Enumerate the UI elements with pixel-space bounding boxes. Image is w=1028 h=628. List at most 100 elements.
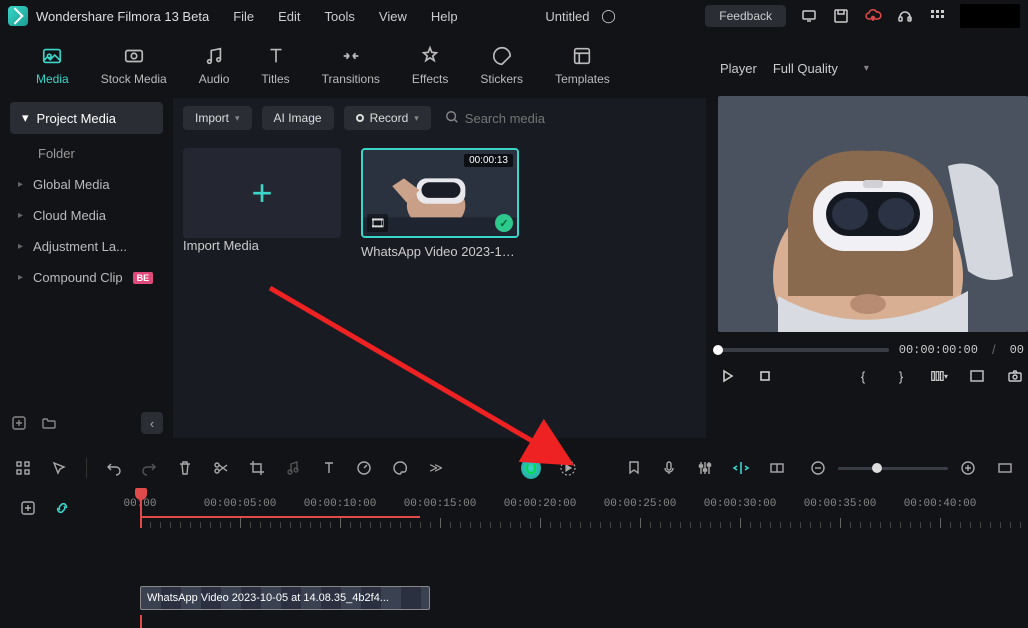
- sidebar-global-media[interactable]: ▸Global Media: [10, 169, 163, 200]
- caret-right-icon: ▸: [18, 241, 23, 252]
- speed-icon[interactable]: [355, 458, 373, 478]
- caret-right-icon: ▸: [18, 272, 23, 283]
- app-title: Wondershare Filmora 13 Beta: [36, 9, 209, 24]
- ai-image-button[interactable]: AI Image: [262, 106, 334, 130]
- tab-transitions[interactable]: Transitions: [322, 44, 380, 86]
- feedback-button[interactable]: Feedback: [705, 5, 786, 27]
- audio-mixer-icon[interactable]: [696, 458, 714, 478]
- document-title[interactable]: Untitled: [545, 9, 589, 24]
- ruler-tick-8: 00:00:40:00: [904, 498, 977, 510]
- play-button[interactable]: [718, 367, 736, 385]
- tab-audio-label: Audio: [199, 72, 230, 86]
- ruler-tick-6: 00:00:30:00: [704, 498, 777, 510]
- tab-audio[interactable]: Audio: [199, 44, 230, 86]
- media-clip-tile[interactable]: 00:00:13 🎞 WhatsApp Video 2023-10-05...: [361, 148, 519, 259]
- ruler-tick-2: 00:00:10:00: [304, 498, 377, 510]
- preview-video[interactable]: [718, 96, 1028, 332]
- delete-icon[interactable]: [176, 458, 194, 478]
- zoom-out-icon[interactable]: [808, 458, 828, 478]
- plus-icon: +: [251, 172, 272, 214]
- timeline-clip[interactable]: WhatsApp Video 2023-10-05 at 14.08.35_4b…: [140, 586, 430, 610]
- record-dropdown[interactable]: Record▾: [344, 106, 431, 130]
- menu-tools[interactable]: Tools: [325, 9, 355, 24]
- ruler-clip-range: [140, 516, 420, 518]
- chevron-down-icon: ▾: [235, 113, 240, 124]
- snapshot-icon[interactable]: [1006, 367, 1024, 385]
- menu-view[interactable]: View: [379, 9, 407, 24]
- menu-help[interactable]: Help: [431, 9, 458, 24]
- effects-icon: [418, 44, 442, 68]
- audio-detach-icon[interactable]: [284, 458, 302, 478]
- app-logo-icon: [8, 6, 28, 26]
- tab-titles[interactable]: Titles: [261, 44, 289, 86]
- zoom-slider[interactable]: [838, 467, 948, 470]
- clip-tile-label: WhatsApp Video 2023-10-05...: [361, 244, 519, 259]
- caret-down-icon: ▾: [22, 110, 29, 126]
- ruler-tick-7: 00:00:35:00: [804, 498, 877, 510]
- marker-icon[interactable]: [625, 458, 643, 478]
- stop-button[interactable]: [756, 367, 774, 385]
- fit-screen-icon[interactable]: [968, 367, 986, 385]
- quality-dropdown[interactable]: Full Quality ▾: [773, 61, 869, 76]
- zoom-in-icon[interactable]: [958, 458, 978, 478]
- redo-icon[interactable]: [140, 458, 158, 478]
- undo-icon[interactable]: [105, 458, 123, 478]
- beta-badge: BE: [133, 272, 154, 284]
- sidebar-compound-clip[interactable]: ▸Compound ClipBE: [10, 262, 163, 293]
- add-track-icon[interactable]: [18, 498, 38, 518]
- sidebar-project-media[interactable]: ▾ Project Media: [10, 102, 163, 134]
- audio-icon: [202, 44, 226, 68]
- headphones-icon[interactable]: [896, 7, 914, 25]
- sidebar-adjustment-layer[interactable]: ▸Adjustment La...: [10, 231, 163, 262]
- mark-in-icon[interactable]: {: [854, 367, 872, 385]
- record-dot-icon: [356, 114, 364, 122]
- account-slot[interactable]: [960, 4, 1020, 28]
- preview-progress-slider[interactable]: [718, 348, 889, 352]
- sidebar-folder[interactable]: Folder: [10, 138, 163, 169]
- tab-stickers[interactable]: Stickers: [480, 44, 523, 86]
- select-tool-icon[interactable]: [50, 458, 68, 478]
- more-tools-icon[interactable]: ≫: [427, 458, 445, 478]
- tab-transitions-label: Transitions: [322, 72, 380, 86]
- voiceover-icon[interactable]: [661, 458, 679, 478]
- zoom-fit-icon[interactable]: [996, 458, 1014, 478]
- new-bin-icon[interactable]: [10, 414, 28, 432]
- caret-right-icon: ▸: [18, 179, 23, 190]
- tab-media[interactable]: Media: [36, 44, 69, 86]
- grid-apps-icon[interactable]: [928, 7, 946, 25]
- tab-stock-media[interactable]: Stock Media: [101, 44, 167, 86]
- import-dropdown[interactable]: Import▾: [183, 106, 252, 130]
- split-icon[interactable]: [212, 458, 230, 478]
- ruler-tick-5: 00:00:25:00: [604, 498, 677, 510]
- monitor-icon[interactable]: [800, 7, 818, 25]
- collapse-sidebar-button[interactable]: ‹: [141, 412, 163, 434]
- new-folder-icon[interactable]: [40, 414, 58, 432]
- mark-out-icon[interactable]: }: [892, 367, 910, 385]
- menu-file[interactable]: File: [233, 9, 254, 24]
- import-media-tile[interactable]: + Import Media: [183, 148, 341, 253]
- progress-handle[interactable]: [713, 345, 723, 355]
- tab-effects[interactable]: Effects: [412, 44, 448, 86]
- sidebar-cloud-media[interactable]: ▸Cloud Media: [10, 200, 163, 231]
- timeline-ruler[interactable]: 00:00 00:00:05:00 00:00:10:00 00:00:15:0…: [100, 488, 1028, 528]
- tab-templates[interactable]: Templates: [555, 44, 610, 86]
- save-icon[interactable]: [832, 7, 850, 25]
- cloud-upload-icon[interactable]: [864, 7, 882, 25]
- ruler-tick-3: 00:00:15:00: [404, 498, 477, 510]
- link-icon[interactable]: [52, 498, 72, 518]
- render-preview-icon[interactable]: [559, 458, 577, 478]
- zoom-handle[interactable]: [872, 463, 882, 473]
- preview-settings-icon[interactable]: ▾: [930, 367, 948, 385]
- menu-edit[interactable]: Edit: [278, 9, 300, 24]
- snap-icon[interactable]: [768, 458, 786, 478]
- crop-icon[interactable]: [248, 458, 266, 478]
- search-input[interactable]: [465, 111, 575, 126]
- text-icon[interactable]: [320, 458, 338, 478]
- color-icon[interactable]: [391, 458, 409, 478]
- chevron-down-icon: ▾: [414, 113, 419, 124]
- chevron-down-icon: ▾: [864, 63, 869, 74]
- stock-media-icon: [122, 44, 146, 68]
- track-manager-icon[interactable]: [14, 458, 32, 478]
- auto-ripple-icon[interactable]: [732, 458, 750, 478]
- ai-assistant-icon[interactable]: [521, 457, 541, 479]
